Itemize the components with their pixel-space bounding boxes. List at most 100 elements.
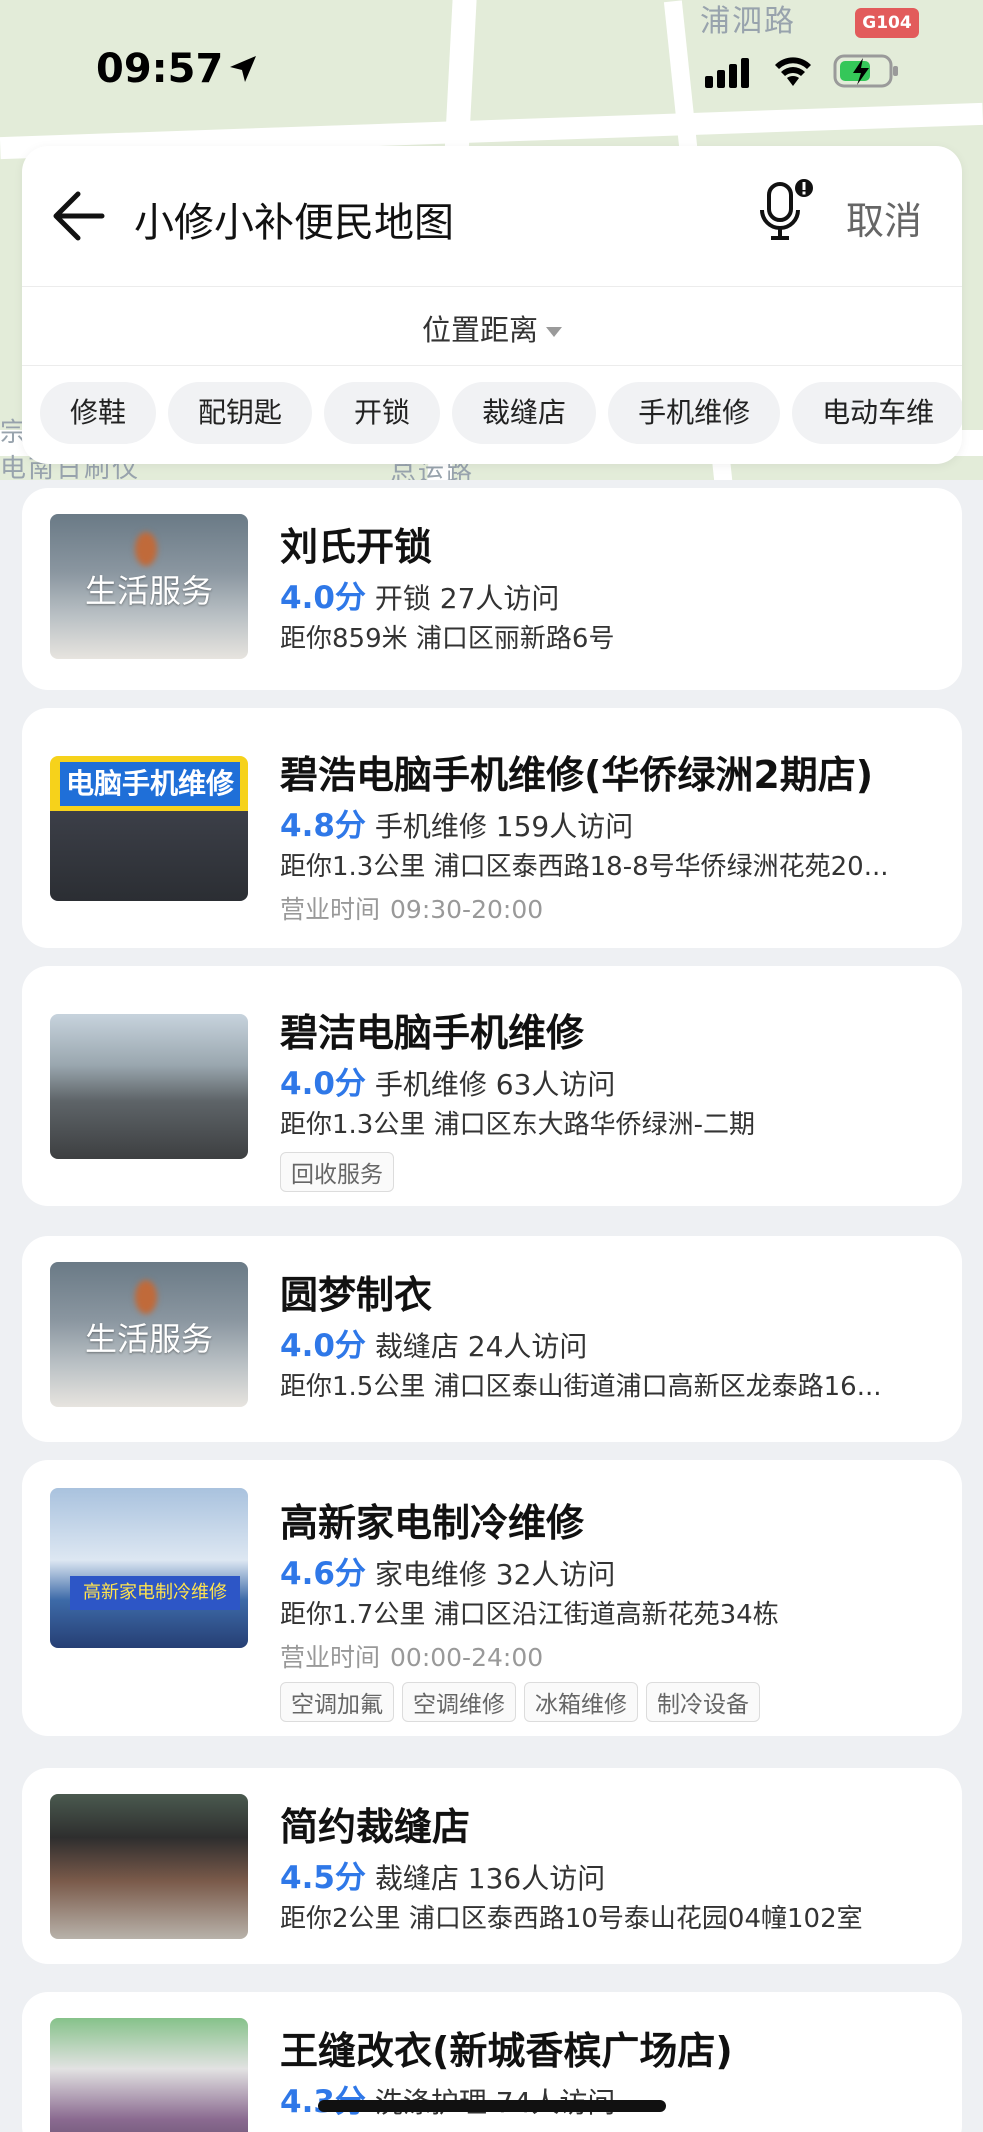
category-chip[interactable]: 手机维修 (608, 382, 781, 444)
result-card[interactable]: 生活服务 刘氏开锁 4.0分 开锁 27人访问 距你859米 浦口区丽新路6号 (22, 488, 962, 690)
map-road-label: 浦泗路 (700, 4, 796, 39)
result-name: 刘氏开锁 (280, 525, 433, 569)
result-score: 4.5分 (280, 1860, 366, 1896)
service-tag: 冰箱维修 (524, 1682, 638, 1722)
battery-charging-icon (833, 54, 898, 88)
result-thumbnail: 电脑手机维修 (50, 756, 248, 901)
hours-value: 09:30-20:00 (390, 895, 544, 924)
result-card[interactable]: 生活服务 圆梦制衣 4.0分 裁缝店 24人访问 距你1.5公里 浦口区泰山街道… (22, 1236, 962, 1442)
result-address: 浦口区泰山街道浦口高新区龙泰路16... (433, 1372, 882, 1402)
result-name: 碧洁电脑手机维修 (280, 1011, 585, 1055)
result-visits: 24人访问 (467, 1330, 588, 1363)
result-distance: 距你2公里 (280, 1904, 401, 1934)
result-category: 家电维修 (374, 1558, 487, 1591)
hours-label: 营业时间 (280, 895, 381, 924)
service-tag: 空调加氟 (280, 1682, 394, 1722)
status-time: 09:57 (96, 46, 224, 92)
result-distance: 距你1.3公里 (280, 1110, 426, 1140)
result-category: 手机维修 (374, 810, 487, 843)
result-name: 高新家电制冷维修 (280, 1501, 585, 1545)
thumbnail-decoration (135, 532, 157, 566)
back-arrow-icon[interactable] (50, 190, 106, 242)
result-name: 碧浩电脑手机维修(华侨绿洲2期店) (280, 753, 874, 797)
category-chip[interactable]: 开锁 (324, 382, 441, 444)
sort-bar: 位置距离 (22, 287, 962, 365)
result-category: 手机维修 (374, 1068, 487, 1101)
service-tag: 制冷设备 (646, 1682, 760, 1722)
result-card[interactable]: 简约裁缝店 4.5分 裁缝店 136人访问 距你2公里 浦口区泰西路10号泰山花… (22, 1768, 962, 1964)
thumbnail-label: 生活服务 (84, 1320, 213, 1358)
result-thumbnail: 生活服务 (50, 514, 248, 659)
result-name: 简约裁缝店 (280, 1805, 471, 1849)
result-address: 浦口区沿江街道高新花苑34栋 (433, 1600, 779, 1630)
category-chip[interactable]: 电动车维 (792, 382, 962, 444)
service-tag: 回收服务 (280, 1152, 394, 1192)
result-thumbnail (50, 1794, 248, 1939)
result-meta: 4.3分 洗涤护理 74人访问 (280, 2076, 615, 2121)
result-tags: 回收服务 (280, 1152, 402, 1192)
result-address-line: 距你1.7公里 浦口区沿江街道高新花苑34栋 (280, 1594, 952, 1631)
result-category: 开锁 (374, 582, 431, 615)
cancel-button[interactable]: 取消 (846, 190, 922, 245)
result-meta: 4.0分 裁缝店 24人访问 (280, 1320, 587, 1365)
category-chips: 修鞋 配钥匙 开锁 裁缝店 手机维修 电动车维 (40, 382, 962, 444)
result-category: 裁缝店 (374, 1862, 459, 1895)
voice-input-icon[interactable] (757, 176, 817, 250)
result-score: 4.6分 (280, 1556, 366, 1592)
search-query-text[interactable]: 小修小补便民地图 (134, 190, 454, 248)
result-score: 4.8分 (280, 808, 366, 844)
result-address-line: 距你1.5公里 浦口区泰山街道浦口高新区龙泰路16... (280, 1366, 952, 1403)
result-address: 浦口区丽新路6号 (415, 624, 615, 654)
search-panel: 小修小补便民地图 取消 位置距离 修鞋 配钥匙 开锁 裁缝店 手机维修 电动车维 (22, 146, 962, 464)
result-address-line: 距你859米 浦口区丽新路6号 (280, 618, 952, 655)
result-name: 王缝改衣(新城香槟广场店) (280, 2029, 733, 2073)
category-chip[interactable]: 裁缝店 (452, 382, 597, 444)
hours-value: 00:00-24:00 (390, 1643, 544, 1672)
location-arrow-icon (230, 56, 256, 82)
result-meta: 4.6分 家电维修 32人访问 (280, 1548, 615, 1593)
result-category: 裁缝店 (374, 1330, 459, 1363)
result-score: 4.0分 (280, 1066, 366, 1102)
category-chip[interactable]: 配钥匙 (168, 382, 313, 444)
result-address-line: 距你1.3公里 浦口区泰西路18-8号华侨绿洲花苑20... (280, 846, 952, 883)
result-meta: 4.0分 手机维修 63人访问 (280, 1058, 615, 1103)
sort-label: 位置距离 (421, 313, 538, 347)
result-thumbnail: 生活服务 (50, 1262, 248, 1407)
result-distance: 距你859米 (280, 624, 408, 654)
result-distance: 距你1.3公里 (280, 852, 426, 882)
result-meta: 4.0分 开锁 27人访问 (280, 572, 559, 617)
result-distance: 距你1.5公里 (280, 1372, 426, 1402)
category-chip[interactable]: 修鞋 (40, 382, 157, 444)
result-thumbnail (50, 2018, 248, 2132)
thumbnail-sign: 电脑手机维修 (60, 762, 240, 806)
thumbnail-label: 生活服务 (84, 572, 213, 610)
result-hours: 营业时间 09:30-20:00 (280, 890, 543, 926)
result-visits: 63人访问 (495, 1068, 616, 1101)
home-indicator[interactable] (318, 2100, 666, 2112)
result-card[interactable]: 高新家电制冷维修 高新家电制冷维修 4.6分 家电维修 32人访问 距你1.7公… (22, 1460, 962, 1736)
result-card[interactable]: 碧洁电脑手机维修 4.0分 手机维修 63人访问 距你1.3公里 浦口区东大路华… (22, 966, 962, 1206)
map-highway-badge: G104 (855, 8, 919, 38)
result-address: 浦口区泰西路10号泰山花园04幢102室 (408, 1904, 863, 1934)
result-visits: 136人访问 (467, 1862, 606, 1895)
result-visits: 27人访问 (439, 582, 560, 615)
search-bar: 小修小补便民地图 取消 (22, 146, 962, 286)
result-address: 浦口区东大路华侨绿洲-二期 (433, 1110, 756, 1140)
caret-down-icon (546, 327, 562, 337)
sort-dropdown[interactable]: 位置距离 (22, 307, 962, 349)
result-name: 圆梦制衣 (280, 1273, 433, 1317)
result-score: 4.0分 (280, 580, 366, 616)
result-meta: 4.8分 手机维修 159人访问 (280, 800, 633, 845)
cellular-signal-icon (705, 58, 749, 88)
divider (22, 365, 962, 366)
result-card[interactable]: 电脑手机维修 碧浩电脑手机维修(华侨绿洲2期店) 4.8分 手机维修 159人访… (22, 708, 962, 948)
status-bar: 09:57 (0, 40, 983, 100)
result-thumbnail (50, 1014, 248, 1159)
result-address-line: 距你1.3公里 浦口区东大路华侨绿洲-二期 (280, 1104, 952, 1141)
hours-label: 营业时间 (280, 1643, 381, 1672)
result-visits: 32人访问 (495, 1558, 616, 1591)
result-visits: 159人访问 (495, 810, 634, 843)
result-meta: 4.5分 裁缝店 136人访问 (280, 1852, 605, 1897)
thumbnail-decoration (135, 1280, 157, 1314)
result-thumbnail: 高新家电制冷维修 (50, 1488, 248, 1648)
